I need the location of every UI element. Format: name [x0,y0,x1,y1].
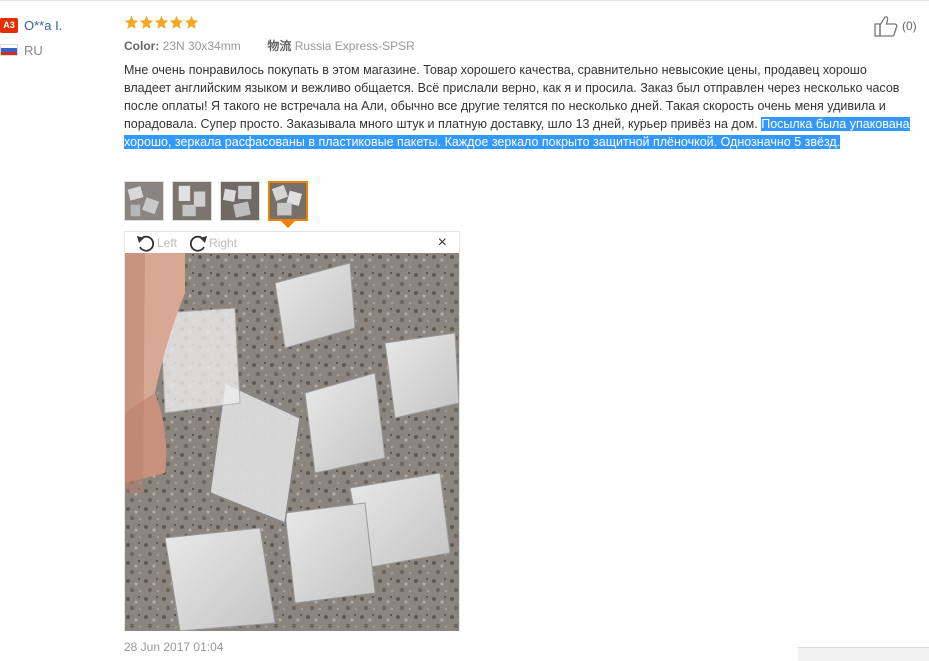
close-viewer-button[interactable]: × [438,234,447,252]
rotate-left-label: Left [157,235,178,250]
shipping-value: Russia Express-SPSR [294,39,415,53]
level-badge: A3 [0,17,18,33]
review-body: Color: 23N 30x34mm 物流 Russia Express-SPS… [124,15,914,151]
reviewer-info: A3 O**a I. RU [0,15,110,60]
photo-thumbnails [124,181,316,221]
reviewer-row: A3 O**a I. [0,15,110,35]
star-icon [154,15,169,29]
rotate-left-icon [137,235,155,252]
reviewer-country: RU [24,42,43,58]
star-icon [124,15,139,29]
color-value: 23N 30x34mm [162,39,241,53]
review-date: 28 Jun 2017 01:04 [124,640,224,654]
order-meta: Color: 23N 30x34mm 物流 Russia Express-SPS… [124,37,914,55]
photo-viewer: Left Right × [124,231,460,631]
russia-flag-icon [0,44,18,56]
thumbnail-3[interactable] [220,181,260,221]
rotate-right-icon [189,235,208,252]
viewer-toolbar: Left Right × [125,232,459,253]
helpful-like[interactable]: (0) [874,15,917,37]
shipping-label: 物流 [267,39,292,53]
star-icon [169,15,184,29]
like-count: (0) [902,19,917,33]
thumbnail-1[interactable] [124,181,164,221]
thumbnail-2[interactable] [172,181,212,221]
active-thumbnail-pointer [281,221,295,228]
thumbnail-4[interactable] [268,181,308,221]
review-text: Мне очень понравилось покупать в этом ма… [124,61,916,151]
rotate-right-button[interactable]: Right [187,233,237,253]
reviewer-country-row: RU [0,40,110,60]
thumbs-up-icon [874,16,898,37]
review-photo [125,253,459,631]
star-icon [139,15,154,29]
reviewer-name[interactable]: O**a I. [24,18,62,33]
rotate-left-button[interactable]: Left [135,233,177,253]
rotate-right-label: Right [209,235,238,250]
color-label: Color: [124,39,160,53]
star-rating [124,15,914,33]
top-divider [0,0,929,1]
bottom-corner-panel [798,647,929,661]
star-icon [184,15,199,29]
